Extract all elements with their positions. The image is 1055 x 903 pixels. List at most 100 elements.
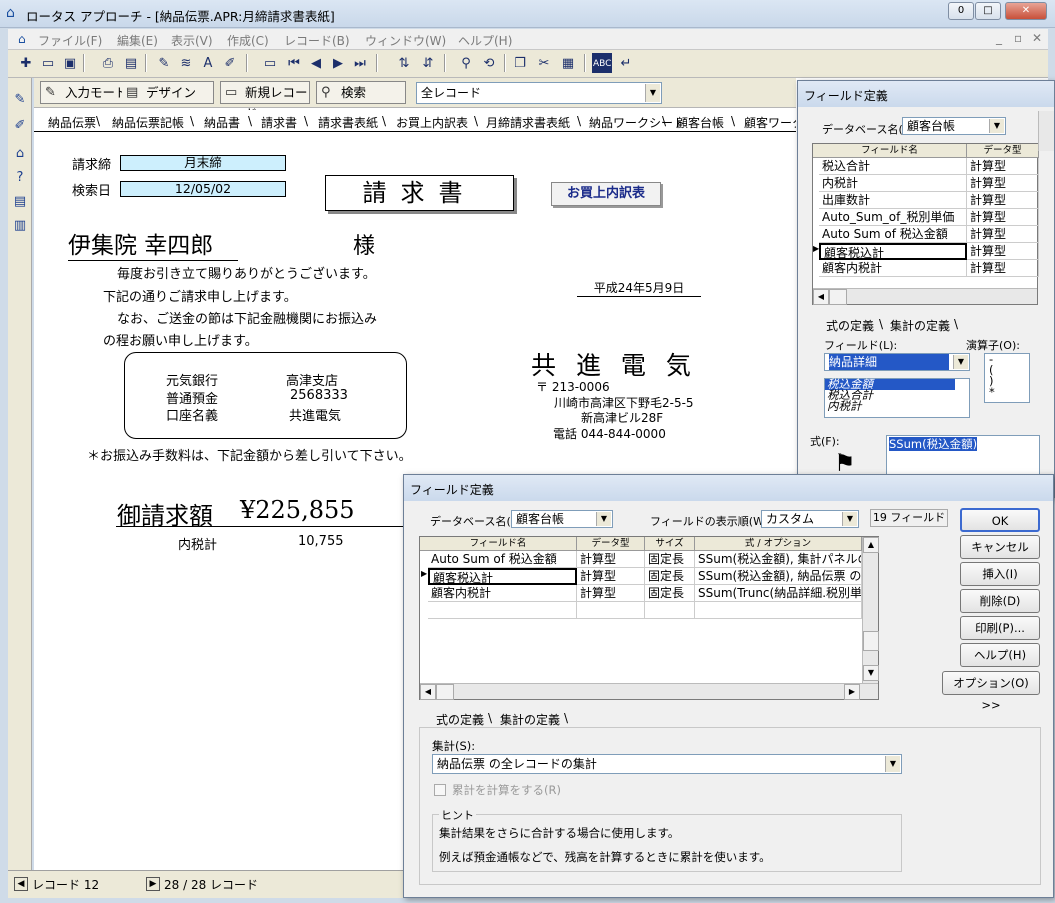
replace-icon[interactable]: ⟲ xyxy=(479,53,499,73)
doc-minimize-button[interactable]: _ xyxy=(996,31,1002,45)
scroll-thumb[interactable] xyxy=(436,684,454,700)
paste-icon[interactable]: ✂ xyxy=(534,53,554,73)
spellcheck-icon[interactable]: ABC xyxy=(592,53,612,73)
field-row-name[interactable]: 顧客内税計 xyxy=(819,260,967,277)
clip-icon[interactable]: ▦ xyxy=(558,53,578,73)
first-record-icon[interactable]: ⏮ xyxy=(284,53,304,73)
operator-item[interactable]: - xyxy=(989,353,1029,365)
edit-icon[interactable]: ✐ xyxy=(220,53,240,73)
find-icon[interactable]: ⚲ xyxy=(456,53,476,73)
print-icon[interactable]: ⎙ xyxy=(98,53,118,73)
format-icon[interactable]: ≋ xyxy=(176,53,196,73)
operator-item[interactable]: ( xyxy=(989,364,1029,376)
report-icon[interactable]: ▤ xyxy=(10,192,30,212)
prev-icon[interactable]: ◀ xyxy=(14,877,28,891)
new-file-icon[interactable]: ✚ xyxy=(16,53,36,73)
maximize-button[interactable]: □ xyxy=(975,2,1001,20)
db-select[interactable]: 顧客台帳 ▼ xyxy=(902,117,1006,135)
cumulative-checkbox[interactable] xyxy=(434,784,446,796)
horizontal-scrollbar[interactable]: ◀ ▶ xyxy=(420,683,878,700)
print-button[interactable]: 印刷(P)... xyxy=(960,616,1040,640)
tab-summary[interactable]: 集計の定義 xyxy=(500,711,560,728)
field-row-name[interactable]: 税込合計 xyxy=(819,158,967,175)
vertical-scrollbar[interactable]: ▲ ▼ xyxy=(862,537,879,683)
tab-formula-small[interactable]: 式の定義 xyxy=(826,317,874,334)
help-button[interactable]: ヘルプ(H) xyxy=(960,643,1040,667)
tab-formula[interactable]: 式の定義 xyxy=(436,711,484,728)
field-row-name[interactable]: 出庫数計 xyxy=(819,192,967,209)
tab-delivery-slip-entry[interactable]: 納品伝票記帳 xyxy=(112,114,184,131)
menu-window[interactable]: ウィンドウ(W) xyxy=(365,32,446,49)
doc-restore-button[interactable]: ▫ xyxy=(1014,31,1022,45)
operator-list[interactable]: - ( ) * xyxy=(984,353,1030,403)
scroll-left-icon[interactable]: ◀ xyxy=(813,289,829,305)
tab-invoice[interactable]: 請求書 xyxy=(261,114,297,131)
minimize-button[interactable]: 0 xyxy=(948,2,974,20)
menu-view[interactable]: 表示(V) xyxy=(171,32,213,49)
menu-create[interactable]: 作成(C) xyxy=(227,32,269,49)
form-icon[interactable]: ▭ xyxy=(260,53,280,73)
new-record-button[interactable]: ▭新規レコード xyxy=(220,81,310,121)
chart-icon[interactable]: ▥ xyxy=(10,216,30,236)
scroll-down-icon[interactable]: ▼ xyxy=(863,665,879,681)
tab-customer-ledger[interactable]: 顧客台帳 xyxy=(676,114,724,131)
scroll-left-icon[interactable]: ◀ xyxy=(420,684,436,700)
close-field[interactable]: 月末締 xyxy=(120,155,286,171)
scroll-thumb[interactable] xyxy=(863,631,879,651)
scroll-up-icon[interactable]: ▲ xyxy=(863,537,879,553)
tab-delivery-slip[interactable]: 納品伝票 xyxy=(48,114,96,131)
menu-edit[interactable]: 編集(E) xyxy=(117,32,158,49)
field-list[interactable]: 税込金額 税込合計 内税計 xyxy=(824,378,970,418)
sort-descending-icon[interactable]: ⇵ xyxy=(418,53,438,73)
tab-summary-small[interactable]: 集計の定義 xyxy=(890,317,950,334)
tab-delivery-worksheet[interactable]: 納品ワークシート xyxy=(589,114,685,131)
record-filter-select[interactable]: 全レコード ▼ xyxy=(416,82,662,104)
doc-close-button[interactable]: ✕ xyxy=(1032,31,1042,45)
field-select[interactable]: 納品詳細 ▼ xyxy=(824,353,970,371)
field-row-empty[interactable] xyxy=(428,602,577,619)
field-row-name[interactable]: Auto Sum of 税込金額 xyxy=(428,551,577,568)
order-select[interactable]: カスタム ▼ xyxy=(761,510,859,528)
help-icon[interactable]: ? xyxy=(10,168,30,188)
tab-monthly-invoice-cover[interactable]: 月締請求書表紙 xyxy=(486,114,570,131)
sort-ascending-icon[interactable]: ⇅ xyxy=(394,53,414,73)
search-date-field[interactable]: 12/05/02 xyxy=(120,181,286,197)
search-button[interactable]: ⚲ 検索 xyxy=(316,81,406,104)
summary-select[interactable]: 納品伝票 の全レコードの集計 ▼ xyxy=(432,754,902,774)
open-folder-icon[interactable]: ▭ xyxy=(38,53,58,73)
menu-record[interactable]: レコード(B) xyxy=(284,32,350,49)
delete-button[interactable]: 削除(D) xyxy=(960,589,1040,613)
menu-file[interactable]: ファイル(F) xyxy=(38,32,102,49)
field-list-item[interactable]: 内税計 xyxy=(825,400,969,412)
design-button[interactable]: ▤ デザイン xyxy=(122,81,214,104)
operator-item[interactable]: ) xyxy=(989,375,1029,387)
scroll-thumb[interactable] xyxy=(829,289,847,305)
next-icon[interactable]: ▶ xyxy=(146,877,160,891)
operator-item[interactable]: * xyxy=(989,386,1029,398)
scroll-right-icon[interactable]: ▶ xyxy=(844,684,860,700)
field-row-name-selected[interactable]: 顧客税込計 xyxy=(819,243,967,260)
tab-purchase-detail[interactable]: お買上内訳表 xyxy=(396,114,468,131)
insert-button[interactable]: 挿入(I) xyxy=(960,562,1040,586)
field-row-name[interactable]: Auto_Sum_of_税別単価 xyxy=(819,209,967,226)
preview-icon[interactable]: ▤ xyxy=(121,53,141,73)
field-row-name[interactable]: Auto Sum of 税込金額 xyxy=(819,226,967,243)
purchase-detail-button[interactable]: お買上内訳表 xyxy=(551,182,661,206)
enter-icon[interactable]: ↵ xyxy=(616,53,636,73)
options-button[interactable]: オプション(O) >> xyxy=(942,671,1040,712)
field-row-name-selected[interactable]: 顧客税込計 xyxy=(428,568,577,585)
tab-delivery-note[interactable]: 納品書 xyxy=(204,114,240,131)
db-select[interactable]: 顧客台帳 ▼ xyxy=(511,510,613,528)
design-icon[interactable]: ✐ xyxy=(10,116,30,136)
save-icon[interactable]: ▣ xyxy=(60,53,80,73)
vertical-scrollbar[interactable] xyxy=(1038,111,1054,151)
text-icon[interactable]: A xyxy=(198,53,218,73)
ok-button[interactable]: OK xyxy=(960,508,1040,532)
horizontal-scrollbar[interactable]: ◀ xyxy=(813,288,1037,305)
menu-help[interactable]: ヘルプ(H) xyxy=(458,32,512,49)
browse-icon[interactable]: ✎ xyxy=(10,90,30,110)
close-button[interactable]: ✕ xyxy=(1005,2,1047,20)
next-record-icon[interactable]: ▶ xyxy=(328,53,348,73)
copy-icon[interactable]: ❐ xyxy=(510,53,530,73)
tab-invoice-cover[interactable]: 請求書表紙 xyxy=(318,114,378,131)
